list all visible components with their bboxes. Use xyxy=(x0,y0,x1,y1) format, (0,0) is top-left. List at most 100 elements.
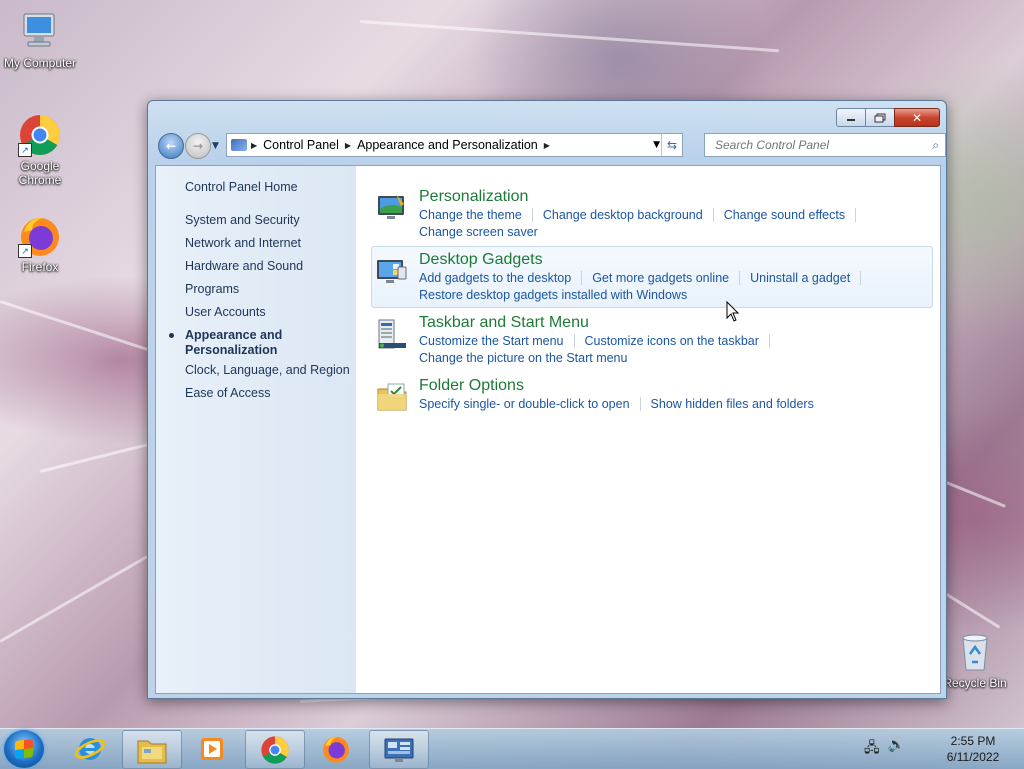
windows-explorer-icon xyxy=(137,740,167,763)
category-taskbar-start-menu: Taskbar and Start Menu Customize the Sta… xyxy=(371,309,933,371)
firefox-icon: ↗ xyxy=(18,214,62,258)
sidebar-item-network[interactable]: Network and Internet xyxy=(185,236,301,250)
refresh-button[interactable]: ⇆ xyxy=(661,134,682,156)
sidebar-item-ease-of-access[interactable]: Ease of Access xyxy=(185,386,270,400)
start-button[interactable] xyxy=(4,730,44,768)
minimize-button[interactable] xyxy=(836,108,866,127)
recent-pages-dropdown[interactable]: ▼ xyxy=(212,141,219,151)
back-button[interactable]: ← xyxy=(158,133,184,159)
desktop-icon-label: Firefox xyxy=(21,260,59,274)
taskbar-button-chrome[interactable] xyxy=(245,730,305,769)
category-title[interactable]: Desktop Gadgets xyxy=(419,251,543,269)
computer-icon xyxy=(18,10,62,54)
desktop-icon-label: Recycle Bin xyxy=(943,676,1007,690)
desktop-icon-label: Google Chrome xyxy=(18,159,62,187)
desktop-gadgets-icon xyxy=(376,255,408,287)
system-tray: 🖧 🔊 xyxy=(864,737,905,761)
divider xyxy=(531,208,533,222)
breadcrumb-chevron-icon[interactable]: ▶ xyxy=(544,141,550,150)
link-change-start-picture[interactable]: Change the picture on the Start menu xyxy=(419,351,627,365)
taskbar-button-control-panel[interactable] xyxy=(369,730,429,769)
taskbar-button-firefox[interactable] xyxy=(307,730,365,767)
sidebar-item-hardware[interactable]: Hardware and Sound xyxy=(185,259,303,273)
divider xyxy=(860,271,862,285)
link-change-screen-saver[interactable]: Change screen saver xyxy=(419,225,538,239)
taskbar: 🖧 🔊 2:55 PM 6/11/2022 xyxy=(0,728,1024,769)
sidebar-item-appearance[interactable]: Appearance and Personalization xyxy=(185,328,282,358)
divider xyxy=(581,271,583,285)
search-box[interactable]: ⌕ xyxy=(704,133,946,157)
divider xyxy=(712,208,714,222)
divider xyxy=(739,271,741,285)
divider xyxy=(639,397,641,411)
search-input[interactable] xyxy=(713,137,917,153)
sidebar-item-programs[interactable]: Programs xyxy=(185,282,239,296)
restore-icon xyxy=(874,113,886,122)
taskbar-button-internet-explorer[interactable] xyxy=(61,730,119,767)
category-title[interactable]: Taskbar and Start Menu xyxy=(419,314,589,332)
media-player-icon xyxy=(201,737,223,760)
mouse-cursor-icon xyxy=(726,301,740,322)
taskbar-clock[interactable]: 2:55 PM 6/11/2022 xyxy=(930,733,1016,765)
category-desktop-gadgets: Desktop Gadgets Add gadgets to the deskt… xyxy=(371,246,933,308)
sidebar-item-home[interactable]: Control Panel Home xyxy=(185,180,298,194)
desktop-icon-my-computer[interactable]: My Computer xyxy=(0,10,80,70)
clock-date: 6/11/2022 xyxy=(946,750,1000,764)
breadcrumb-control-panel[interactable]: Control Panel xyxy=(257,138,345,152)
forward-arrow-icon: → xyxy=(192,139,204,153)
sidebar-item-clock-language[interactable]: Clock, Language, and Region xyxy=(185,363,350,377)
control-panel-icon xyxy=(231,139,247,151)
link-get-more-gadgets[interactable]: Get more gadgets online xyxy=(592,271,729,285)
minimize-icon xyxy=(847,118,855,121)
link-uninstall-gadget[interactable]: Uninstall a gadget xyxy=(750,271,850,285)
category-title[interactable]: Folder Options xyxy=(419,377,524,395)
taskbar-button-media-player[interactable] xyxy=(183,730,241,767)
desktop-icon-firefox[interactable]: ↗ Firefox xyxy=(0,214,80,274)
link-show-hidden-files[interactable]: Show hidden files and folders xyxy=(651,397,814,411)
navigation-bar: ← → ▼ ▶ Control Panel ▶ Appearance and P… xyxy=(156,132,946,160)
link-single-double-click[interactable]: Specify single- or double-click to open xyxy=(419,397,630,411)
volume-icon[interactable]: 🔊 xyxy=(888,737,905,761)
shortcut-arrow-icon: ↗ xyxy=(18,143,32,157)
firefox-icon xyxy=(323,736,349,763)
link-change-theme[interactable]: Change the theme xyxy=(419,208,522,222)
taskbar-button-windows-explorer[interactable] xyxy=(122,730,182,769)
personalization-icon xyxy=(376,192,408,224)
refresh-icon: ⇆ xyxy=(666,138,678,152)
content-area: Control Panel Home System and Security N… xyxy=(155,165,941,694)
sidebar: Control Panel Home System and Security N… xyxy=(156,166,356,693)
desktop-icon-google-chrome[interactable]: ↗ Google Chrome xyxy=(0,113,80,187)
address-dropdown-icon[interactable]: ▼ xyxy=(653,140,660,150)
chrome-icon: ↗ xyxy=(18,113,62,157)
link-change-desktop-background[interactable]: Change desktop background xyxy=(543,208,703,222)
link-customize-start-menu[interactable]: Customize the Start menu xyxy=(419,334,564,348)
search-icon[interactable]: ⌕ xyxy=(932,138,939,153)
sidebar-item-user-accounts[interactable]: User Accounts xyxy=(185,305,266,319)
link-add-gadgets[interactable]: Add gadgets to the desktop xyxy=(419,271,571,285)
sidebar-item-system-security[interactable]: System and Security xyxy=(185,213,300,227)
link-restore-gadgets[interactable]: Restore desktop gadgets installed with W… xyxy=(419,288,687,302)
folder-options-icon xyxy=(376,381,408,413)
back-arrow-icon: ← xyxy=(165,139,177,153)
network-icon[interactable]: 🖧 xyxy=(864,737,880,761)
category-personalization: Personalization Change the theme Change … xyxy=(371,183,933,245)
internet-explorer-icon xyxy=(74,737,106,760)
category-folder-options: Folder Options Specify single- or double… xyxy=(371,372,933,434)
shortcut-arrow-icon: ↗ xyxy=(18,244,32,258)
address-bar[interactable]: ▶ Control Panel ▶ Appearance and Persona… xyxy=(226,133,683,157)
divider xyxy=(855,208,857,222)
window-caption-buttons: ✕ xyxy=(836,108,940,127)
link-customize-taskbar-icons[interactable]: Customize icons on the taskbar xyxy=(585,334,759,348)
desktop-icon-recycle-bin[interactable]: Recycle Bin xyxy=(935,630,1015,690)
taskbar-icon xyxy=(376,318,408,350)
divider xyxy=(573,334,575,348)
category-title[interactable]: Personalization xyxy=(419,188,528,206)
restore-button[interactable] xyxy=(865,108,895,127)
control-panel-icon xyxy=(384,738,414,762)
close-button[interactable]: ✕ xyxy=(894,108,940,127)
chrome-icon xyxy=(261,735,289,764)
forward-button[interactable]: → xyxy=(185,133,211,159)
breadcrumb-appearance[interactable]: Appearance and Personalization xyxy=(351,138,544,152)
link-change-sound-effects[interactable]: Change sound effects xyxy=(724,208,845,222)
sidebar-item-label: Personalization xyxy=(185,343,278,357)
